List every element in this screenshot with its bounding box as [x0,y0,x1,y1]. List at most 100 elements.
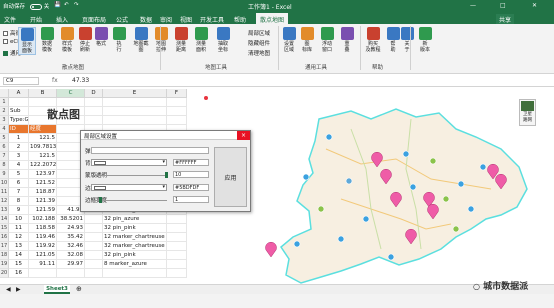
undo-icon[interactable]: ↶ [64,2,69,8]
table-cell[interactable]: 经度 [29,125,57,134]
table-cell[interactable]: 32 pin_azure [103,215,167,224]
table-cell[interactable]: 119.46 [29,233,57,242]
next-sheet-icon[interactable]: ▶ [16,286,21,293]
column-header[interactable]: B [29,89,57,98]
row-header[interactable]: 13 [0,206,9,215]
table-cell[interactable]: 121.52 [29,179,57,188]
table-cell[interactable] [9,98,29,107]
table-cell[interactable] [85,224,103,233]
tab-review[interactable]: 审阅 [160,15,172,24]
select-all-corner[interactable] [0,89,9,98]
map-marker[interactable] [337,235,345,243]
prev-sheet-icon[interactable]: ◀ [6,286,11,293]
table-cell[interactable] [85,107,103,116]
row-header[interactable]: 11 [0,188,9,197]
table-cell[interactable]: 12 marker_chartreuse [103,233,167,242]
table-cell[interactable]: 32 marker_chartreuse [103,242,167,251]
map-marker[interactable] [387,253,395,261]
tab-view[interactable]: 视图 [180,15,192,24]
table-cell[interactable]: 35.42 [57,233,85,242]
maximize-icon[interactable]: □ [500,2,506,9]
map-marker[interactable] [409,183,417,191]
sheet-tab[interactable]: Sheet3 [44,285,70,294]
table-cell[interactable]: 32.46 [57,242,85,251]
minimize-icon[interactable]: — [470,2,476,9]
table-cell[interactable]: 7 [9,188,29,197]
table-cell[interactable] [85,98,103,107]
map-marker[interactable] [442,195,450,203]
table-cell[interactable]: 16 [9,269,29,278]
table-cell[interactable] [85,215,103,224]
table-cell[interactable]: 3 [9,152,29,161]
table-cell[interactable]: 123.97 [29,170,57,179]
border-width-input[interactable]: 1 [173,196,209,203]
column-header[interactable]: C [57,89,85,98]
map-marker[interactable] [317,205,325,213]
row-header[interactable]: 2 [0,107,9,116]
table-cell[interactable]: 122.2072 [29,161,57,170]
float-button[interactable]: 浮动 窗口 [318,27,336,53]
table-cell[interactable] [57,269,85,278]
coords-button[interactable]: 抽取 坐标 [214,27,232,53]
map-marker[interactable] [362,215,370,223]
table-cell[interactable]: 1 [9,134,29,143]
table-cell[interactable]: 13 [9,242,29,251]
table-cell[interactable] [85,116,103,125]
format-button[interactable]: 格式 [92,27,110,47]
table-cell[interactable]: 121.05 [29,251,57,260]
panel-button[interactable]: 显示 面板 [18,27,36,55]
table-cell[interactable] [167,116,187,125]
table-cell[interactable]: 9 [9,206,29,215]
table-cell[interactable]: 118.58 [29,224,57,233]
table-cell[interactable] [167,251,187,260]
table-cell[interactable]: ID [9,125,29,134]
row-header[interactable]: 10 [0,179,9,188]
row-header[interactable]: 19 [0,260,9,269]
tab-home[interactable]: 开始 [30,15,42,24]
table-cell[interactable]: 121.59 [29,206,57,215]
table-cell[interactable] [103,107,167,116]
map-marker[interactable] [345,177,353,185]
table-cell[interactable] [167,260,187,269]
map-marker[interactable] [402,150,410,158]
row-header[interactable]: 17 [0,242,9,251]
area-button[interactable]: 测量 面积 [192,27,210,53]
update-button[interactable]: 新 版本 [416,27,434,53]
row-header[interactable]: 4 [0,125,9,134]
table-cell[interactable]: 24.93 [57,224,85,233]
table-cell[interactable]: 8 marker_azure [103,260,167,269]
table-cell[interactable] [85,242,103,251]
iconlib-button[interactable]: 图 标库 [298,27,316,53]
table-cell[interactable] [103,98,167,107]
table-cell[interactable]: 8 [9,197,29,206]
column-header[interactable]: E [103,89,167,98]
table-cell[interactable]: Sub [9,107,29,116]
clear-map-item[interactable]: 清理地图 [248,49,270,57]
row-header[interactable]: 16 [0,233,9,242]
row-header[interactable]: 1 [0,98,9,107]
table-cell[interactable] [103,269,167,278]
row-header[interactable]: 7 [0,152,9,161]
table-cell[interactable]: 32.08 [57,251,85,260]
map-canvas[interactable] [201,89,554,284]
table-cell[interactable]: Type:GD002 [9,116,29,125]
table-cell[interactable] [103,116,167,125]
table-cell[interactable]: 15 [9,260,29,269]
table-cell[interactable]: 14 [9,251,29,260]
tab-page-layout[interactable]: 页面布局 [82,15,106,24]
row-header[interactable]: 3 [0,116,9,125]
row-header[interactable]: 12 [0,197,9,206]
row-header[interactable]: 15 [0,224,9,233]
table-cell[interactable] [167,242,187,251]
stretch-button[interactable]: 地图 拉伸 [152,27,170,53]
table-cell[interactable]: 121.39 [29,197,57,206]
layer-switcher[interactable]: 卫星 路网 [519,99,536,126]
table-cell[interactable]: 4 [9,161,29,170]
apply-button[interactable]: 应用 [214,147,247,207]
map-marker[interactable] [429,157,437,165]
satellite-layer-thumb[interactable] [521,101,534,111]
table-cell[interactable] [85,251,103,260]
table-cell[interactable]: 121.5 [29,134,57,143]
map-marker[interactable] [302,173,310,181]
column-header[interactable]: A [9,89,29,98]
